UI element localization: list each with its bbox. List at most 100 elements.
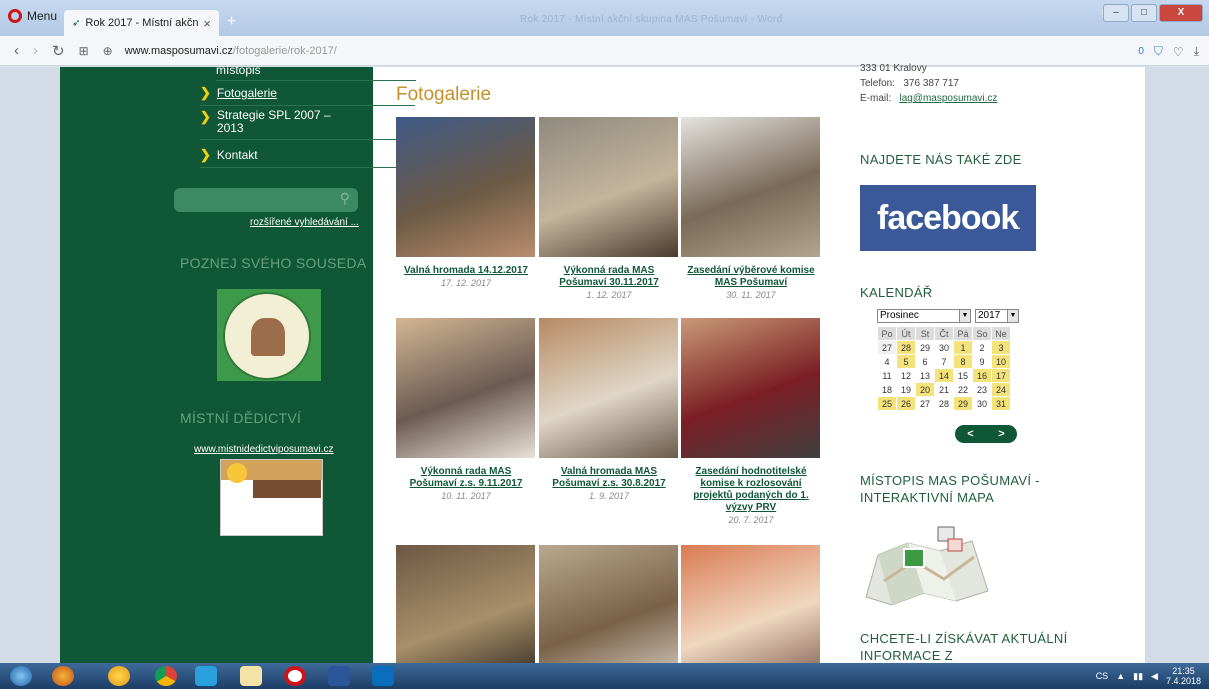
gallery-thumbnail[interactable] (396, 318, 535, 458)
calendar-day[interactable]: 26 (897, 397, 915, 410)
back-icon[interactable]: ‹ (14, 42, 19, 59)
url-field[interactable]: www.masposumavi.cz/fotogalerie/rok-2017/ (125, 45, 337, 57)
gallery-item[interactable]: Valná hromada MAS Pošumaví z.s. 30.8.201… (539, 318, 679, 502)
sidebar-item-label: Fotogalerie (216, 86, 277, 100)
calendar-day[interactable]: 16 (973, 369, 991, 382)
url-path: /fotogalerie/rok-2017/ (232, 44, 337, 57)
year-select[interactable]: 2017 ▼ (975, 309, 1019, 323)
sidebar-item-label: Strategie SPL 2007 – 2013 (216, 108, 331, 135)
calendar-next-button[interactable]: > (998, 428, 1004, 440)
firefox-icon[interactable] (52, 666, 74, 686)
calendar-day[interactable]: 24 (992, 383, 1010, 396)
new-tab-button[interactable]: + (227, 13, 236, 31)
interactive-map-icon[interactable] (864, 521, 990, 607)
download-icon[interactable]: ⤓ (1194, 44, 1199, 59)
gallery-title-link[interactable]: Valná hromada 14.12.2017 (396, 265, 536, 277)
calendar-day[interactable]: 29 (954, 397, 972, 410)
skype-icon[interactable] (195, 666, 217, 686)
gallery-thumbnail[interactable] (539, 117, 678, 257)
calendar-day[interactable]: 5 (897, 355, 915, 368)
address-bar-actions: 0 ⛉ ♡ ⤓ (1138, 44, 1199, 59)
window-title: Rok 2017 - Místní akční skupina MAS Pošu… (520, 14, 783, 25)
gallery-item[interactable]: Zasedání hodnotitelské komise k rozlosov… (681, 318, 821, 526)
calendar-day[interactable]: 8 (954, 355, 972, 368)
volume-icon[interactable]: ◀ (1151, 671, 1158, 682)
gallery-title-link[interactable]: Valná hromada MAS Pošumaví z.s. 30.8.201… (539, 466, 679, 490)
tab-bar: Menu ➶ Rok 2017 - Místní akční sk × + Ro… (0, 0, 1209, 36)
email-link[interactable]: lag@masposumavi.cz (899, 93, 997, 104)
calendar-day[interactable]: 25 (878, 397, 896, 410)
gallery-thumbnail[interactable] (396, 117, 535, 257)
active-tab[interactable]: ➶ Rok 2017 - Místní akční sk × (64, 10, 219, 36)
outlook-icon[interactable] (372, 666, 394, 686)
gallery-title-link[interactable]: Výkonná rada MAS Pošumaví 30.11.2017 (539, 265, 679, 289)
calendar-heading: KALENDÁŘ (860, 285, 933, 300)
calendar-day[interactable]: 14 (935, 369, 953, 382)
facebook-link[interactable]: facebook. (860, 185, 1036, 251)
opera-icon[interactable] (284, 666, 306, 686)
poznej-sveho-souseda-logo[interactable] (217, 289, 321, 381)
tray-expand-icon[interactable]: ▲ (1116, 671, 1125, 681)
sidebar-item-strategie[interactable]: ❯ Strategie SPL 2007 – 2013 (200, 109, 415, 140)
calendar-day[interactable]: 10 (992, 355, 1010, 368)
gallery-thumbnail[interactable] (539, 318, 678, 458)
reload-icon[interactable]: ↻ (52, 42, 65, 60)
gallery-item[interactable]: Valná hromada 14.12.2017 17. 12. 2017 (396, 117, 536, 289)
calendar-day[interactable]: 17 (992, 369, 1010, 382)
sidebar-item-fotogalerie[interactable]: ❯ Fotogalerie (200, 85, 415, 106)
calendar-grid: Po Út St Čt Pá So Ne 27 28 29 30 1 2 3 4 5 6 7 8 9 10 11 12 13 1… (877, 326, 1011, 411)
sidebar-item-mistopis[interactable]: místopis (216, 63, 416, 81)
gallery-title-link[interactable]: Zasedání hodnotitelské komise k rozlosov… (681, 466, 821, 514)
calendar: Prosinec ▼ 2017 ▼ Po Út St Čt Pá So Ne 27 28 29 30 1 2… (877, 309, 1019, 411)
gallery-item[interactable]: Výkonná rada MAS Pošumaví z.s. 9.11.2017… (396, 318, 536, 502)
gallery-item[interactable]: Výkonná rada MAS Pošumaví 30.11.2017 1. 1… (539, 117, 679, 301)
chevron-right-icon: ❯ (200, 109, 211, 124)
bookmark-heart-icon[interactable]: ♡ (1173, 45, 1184, 59)
calendar-day[interactable]: 31 (992, 397, 1010, 410)
gallery-item[interactable]: Zasedání výběrové komise MAS Pošumaví 30.… (681, 117, 821, 301)
heritage-site-preview[interactable] (220, 459, 323, 536)
tab-close-icon[interactable]: × (203, 16, 211, 31)
calendar-day[interactable]: 28 (897, 341, 915, 354)
year-value: 2017 (978, 310, 1001, 321)
calendar-day: 9 (979, 356, 985, 367)
month-select[interactable]: Prosinec ▼ (877, 309, 971, 323)
calendar-day[interactable]: 20 (916, 383, 934, 396)
calendar-day[interactable]: 1 (954, 341, 972, 354)
speed-dial-icon[interactable]: ⊞ (79, 44, 89, 58)
gallery-thumbnail[interactable] (681, 318, 820, 458)
opera-menu-button[interactable]: Menu (8, 9, 57, 23)
sidebar: místopis ❯ Fotogalerie ❯ Strategie SPL 200… (60, 63, 416, 663)
tab-title: Rok 2017 - Místní akční sk (85, 17, 199, 29)
calendar-day: 29 (919, 342, 930, 353)
calendar-day: 27 (919, 398, 930, 409)
advanced-search-link[interactable]: rozšířené vyhledávání ... (250, 217, 359, 228)
gallery-title-link[interactable]: Zasedání výběrové komise MAS Pošumaví (681, 265, 821, 289)
adblock-shield-icon[interactable]: ⛉ (1154, 44, 1163, 59)
heritage-link[interactable]: www.mistnidedictviposumavi.cz (194, 444, 334, 455)
calendar-prev-button[interactable]: < (967, 428, 973, 440)
url-host: www.masposumavi.cz (124, 44, 233, 57)
tab-favicon-icon: ➶ (72, 17, 81, 29)
app-icon[interactable] (108, 666, 130, 686)
sidebar-item-kontakt[interactable]: ❯ Kontakt (200, 147, 415, 168)
calendar-day[interactable]: 3 (992, 341, 1010, 354)
network-icon[interactable]: ▮▮ (1133, 671, 1143, 682)
word-icon[interactable] (328, 666, 350, 686)
close-window-button[interactable]: X (1159, 4, 1203, 22)
search-icon[interactable]: ⚲ (340, 190, 350, 207)
gallery-thumbnail[interactable] (681, 117, 820, 257)
language-indicator[interactable]: CS (1096, 671, 1109, 681)
maximize-button[interactable]: □ (1131, 4, 1157, 22)
clock[interactable]: 21:35 7.4.2018 (1166, 666, 1201, 686)
adblock-count: 0 (1138, 46, 1144, 57)
window-controls: – □ X (1103, 4, 1203, 22)
chrome-icon[interactable] (155, 666, 177, 686)
gallery-title-link[interactable]: Výkonná rada MAS Pošumaví z.s. 9.11.2017 (396, 466, 536, 490)
forward-icon[interactable]: › (33, 42, 38, 59)
minimize-button[interactable]: – (1103, 4, 1129, 22)
search-input[interactable]: ⚲ (174, 188, 358, 212)
weekday-header: Po (878, 327, 896, 340)
folder-icon[interactable] (240, 666, 262, 686)
windows-start-icon[interactable] (10, 666, 32, 686)
